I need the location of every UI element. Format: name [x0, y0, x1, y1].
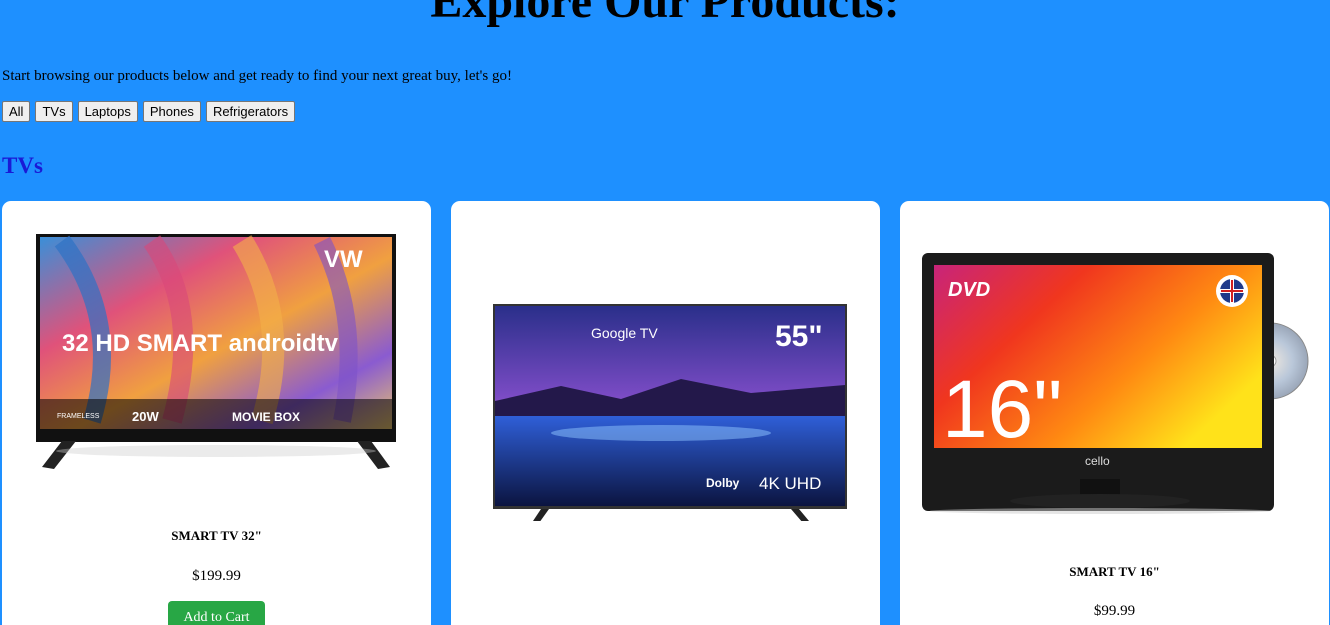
- brand-logo-text: VW: [324, 246, 363, 273]
- brand-logo-text: cello: [1085, 454, 1110, 468]
- page-title: Explore Our Products:: [430, 0, 900, 28]
- screen-size-text: 16": [942, 364, 1062, 455]
- section-heading: TVs: [2, 153, 43, 178]
- screen-size-text: 55": [775, 320, 823, 353]
- dolby-badge-text: Dolby: [706, 476, 740, 490]
- product-price: $199.99: [192, 568, 241, 584]
- product-price: $99.99: [1093, 603, 1136, 619]
- product-card: Google TV 55" Dolby 4K UHD: [451, 201, 880, 625]
- product-name: SMART TV 32": [171, 528, 262, 543]
- dvd-badge-text: DVD: [948, 279, 990, 301]
- feature-label-text: FRAMELESS: [57, 413, 100, 420]
- feature-label-text: MOVIE BOX: [232, 410, 300, 424]
- product-image: 16" DVD cello: [922, 253, 1309, 514]
- uhd-badge-text: 4K UHD: [759, 474, 821, 493]
- filter-all-button[interactable]: All: [2, 101, 31, 122]
- product-image: 32 HD SMART androidtv VW FRAMELESS 20W M…: [36, 234, 396, 469]
- product-card: 32 HD SMART androidtv VW FRAMELESS 20W M…: [2, 201, 431, 625]
- filter-laptops-button[interactable]: Laptops: [77, 101, 138, 122]
- filter-refrigerators-button[interactable]: Refrigerators: [205, 101, 296, 122]
- filter-tvs-button[interactable]: TVs: [35, 101, 73, 122]
- product-name: SMART TV 16": [1069, 564, 1160, 579]
- product-image: Google TV 55" Dolby 4K UHD: [493, 304, 847, 521]
- filter-phones-button[interactable]: Phones: [142, 101, 201, 122]
- intro-text: Start browsing our products below and ge…: [2, 68, 512, 84]
- product-card: 16" DVD cello SMART TV 16" $99.99: [900, 201, 1329, 625]
- feature-label-text: 20W: [132, 409, 159, 424]
- platform-label-text: Google TV: [591, 325, 658, 341]
- add-to-cart-button[interactable]: Add to Cart: [168, 601, 265, 625]
- tv-headline-text: 32 HD SMART androidtv: [62, 330, 339, 357]
- category-filters: All TVs Laptops Phones Refrigerators: [2, 101, 296, 122]
- products-page: Explore Our Products: Start browsing our…: [0, 0, 1330, 625]
